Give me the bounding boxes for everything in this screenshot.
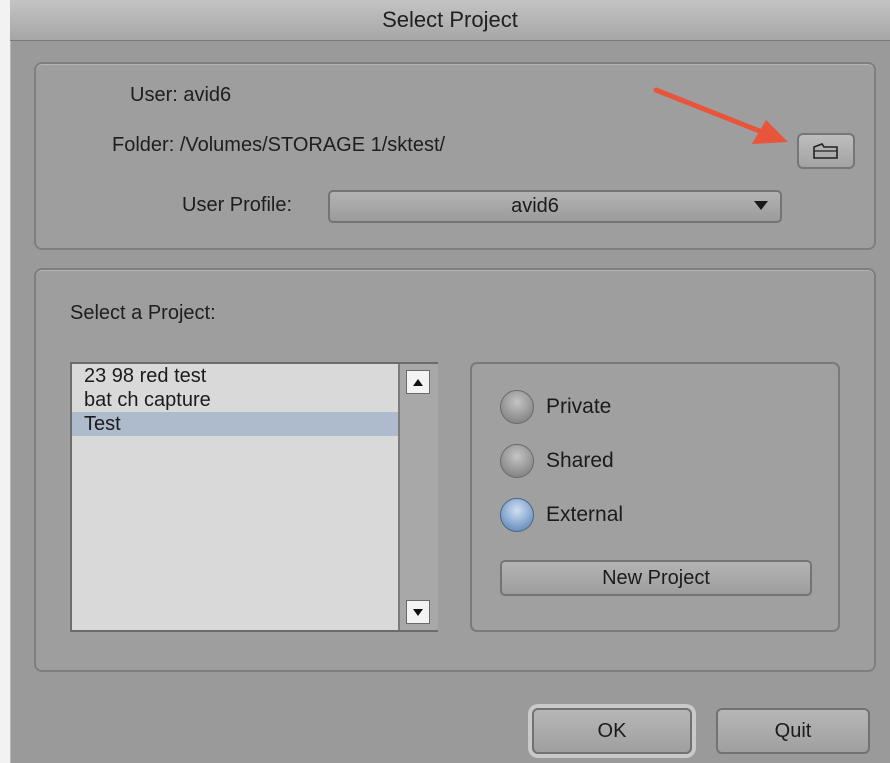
- window-frame: [0, 0, 11, 763]
- choose-folder-button[interactable]: [797, 133, 855, 169]
- radio-private[interactable]: Private: [500, 390, 611, 424]
- project-type-group: Private Shared External New Project: [470, 362, 840, 632]
- arrow-down-icon: [413, 608, 423, 616]
- new-project-button[interactable]: New Project: [500, 560, 812, 596]
- folder-path: /Volumes/STORAGE 1/sktest/: [179, 134, 446, 156]
- scroll-down-button[interactable]: [406, 600, 430, 624]
- radio-button-checked-icon: [500, 498, 534, 532]
- user-profile-select[interactable]: avid6: [328, 190, 782, 223]
- project-list-items: 23 98 red test bat ch capture Test: [72, 364, 398, 436]
- project-list[interactable]: 23 98 red test bat ch capture Test: [70, 362, 438, 632]
- annotation-arrow: [653, 87, 788, 144]
- radio-button-icon: [500, 390, 534, 424]
- scroll-up-button[interactable]: [406, 370, 430, 394]
- project-item-test[interactable]: Test: [72, 412, 398, 436]
- select-project-heading: Select a Project:: [70, 302, 216, 324]
- user-value: avid6: [183, 84, 232, 106]
- radio-button-icon: [500, 444, 534, 478]
- radio-external-label: External: [546, 503, 624, 526]
- radio-private-label: Private: [546, 395, 612, 418]
- window-title: Select Project: [10, 0, 890, 41]
- project-item-batch-capture[interactable]: bat ch capture: [72, 388, 398, 412]
- user-profile-value: avid6: [511, 195, 559, 217]
- quit-button[interactable]: Quit: [716, 708, 870, 754]
- user-label: User: avid6: [130, 84, 232, 106]
- user-profile-label: User Profile:: [182, 194, 293, 216]
- project-item-2398-red-test[interactable]: 23 98 red test: [72, 364, 398, 388]
- chevron-down-icon: [754, 201, 768, 210]
- radio-shared[interactable]: Shared: [500, 444, 614, 478]
- ok-button[interactable]: OK: [532, 708, 692, 754]
- project-list-scrollbar[interactable]: [398, 364, 438, 630]
- folder-label: Folder: /Volumes/STORAGE 1/sktest/: [112, 134, 446, 156]
- folder-icon: [813, 143, 838, 159]
- arrow-up-icon: [413, 378, 423, 386]
- radio-external[interactable]: External: [500, 498, 623, 532]
- radio-shared-label: Shared: [546, 449, 614, 472]
